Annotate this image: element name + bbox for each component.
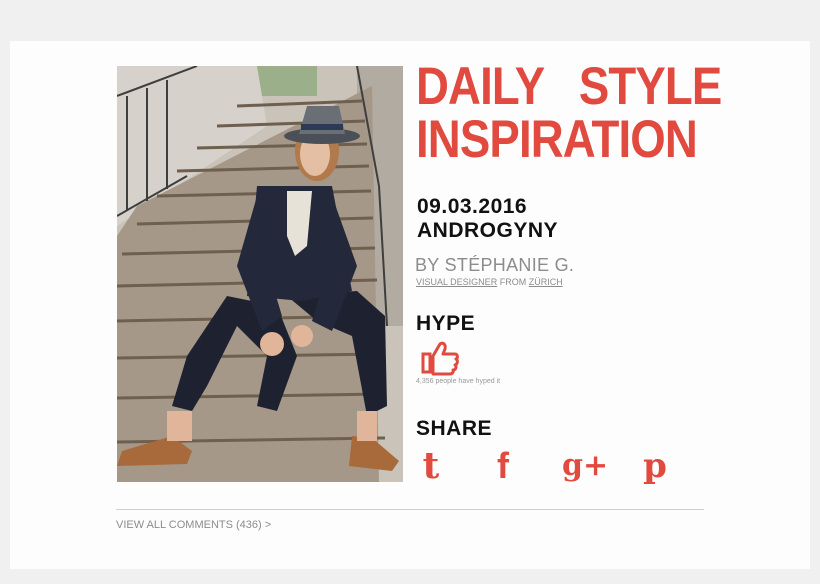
author-role: VISUAL DESIGNER FROM ZÜRICH xyxy=(416,277,563,287)
page-title: DAILY STYLE INSPIRATION xyxy=(416,57,722,169)
view-comments-link[interactable]: VIEW ALL COMMENTS (436) > xyxy=(116,519,271,531)
post-date: 09.03.2016 xyxy=(417,195,528,218)
location-link[interactable]: ZÜRICH xyxy=(529,277,563,287)
hype-label: HYPE xyxy=(416,312,476,335)
facebook-icon[interactable]: f xyxy=(490,447,516,485)
divider xyxy=(116,509,704,510)
post-topic: ANDROGYNY xyxy=(417,219,559,242)
tumblr-icon[interactable]: t xyxy=(418,447,444,485)
share-label: SHARE xyxy=(416,417,493,440)
pinterest-icon[interactable]: p xyxy=(640,447,670,485)
thumbs-up-icon[interactable] xyxy=(420,340,460,376)
hero-photo xyxy=(117,66,403,482)
role-from: FROM xyxy=(497,277,529,287)
title-line-2: INSPIRATION xyxy=(416,110,698,169)
author-name: BY STÉPHANIE G. xyxy=(415,255,575,275)
hype-count: 4,356 people have hyped it xyxy=(416,378,501,385)
role-link[interactable]: VISUAL DESIGNER xyxy=(416,277,497,287)
title-line-1: DAILY STYLE xyxy=(416,57,722,116)
google-plus-icon[interactable]: g+ xyxy=(562,447,608,485)
